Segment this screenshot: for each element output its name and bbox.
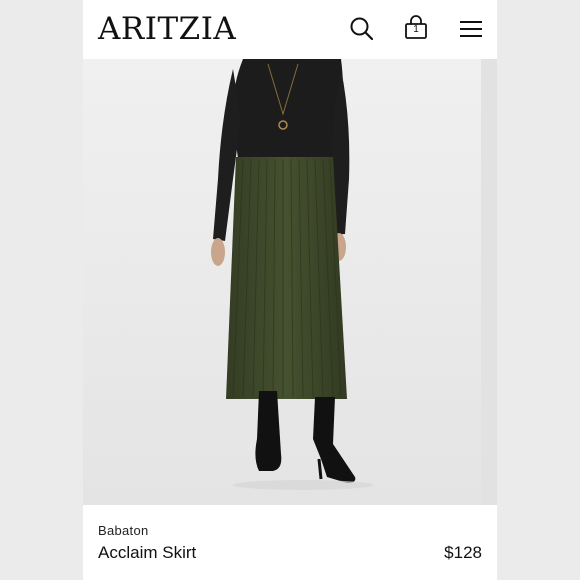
brand-logo[interactable]: ARITZIA: [98, 10, 236, 48]
product-card: ARITZIA 1 Babaton Acclaim Skirt $128: [83, 0, 497, 580]
product-info: Babaton Acclaim Skirt $128: [83, 505, 497, 580]
product-image[interactable]: [83, 59, 497, 505]
page: ARITZIA 1 Babaton Acclaim Skirt $128: [0, 0, 580, 580]
shopping-bag-icon[interactable]: 1: [401, 14, 431, 44]
bag-count-badge: 1: [413, 24, 419, 35]
site-header: ARITZIA 1: [83, 0, 497, 59]
product-price: $128: [444, 543, 482, 562]
product-name[interactable]: Acclaim Skirt: [98, 543, 196, 563]
menu-icon[interactable]: [456, 14, 486, 44]
product-brand[interactable]: Babaton: [98, 523, 149, 538]
search-icon[interactable]: [347, 14, 377, 44]
